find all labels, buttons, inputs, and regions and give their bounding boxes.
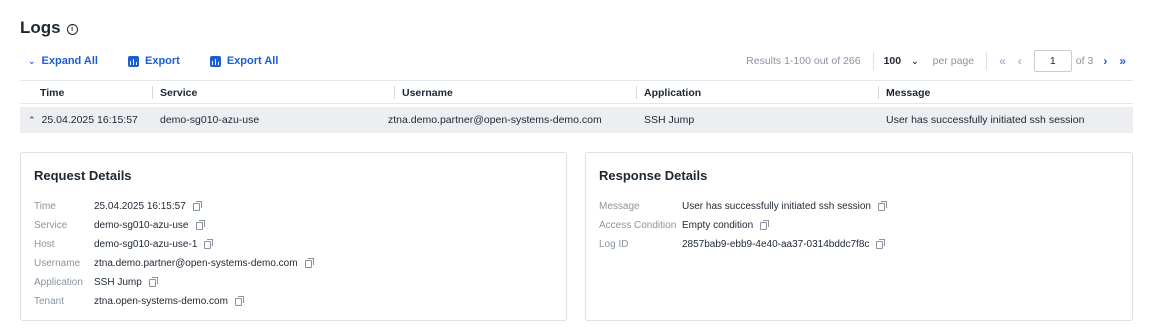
copy-icon[interactable] xyxy=(304,257,314,268)
column-header-message[interactable]: Message xyxy=(877,81,930,104)
column-header-application[interactable]: Application xyxy=(635,81,701,104)
export-all-label: Export All xyxy=(226,55,279,67)
detail-value: 2857bab9-ebb9-4e40-aa37-0314bddc7f8c xyxy=(682,239,870,250)
detail-value: ztna.open-systems-demo.com xyxy=(94,296,228,307)
chevron-down-icon: ⌄ xyxy=(911,55,919,66)
detail-label: Tenant xyxy=(34,296,65,307)
expand-all-button[interactable]: ⌄ Expand All xyxy=(28,55,98,67)
response-details-title: Response Details xyxy=(599,168,708,183)
page-number-input[interactable] xyxy=(1033,50,1072,72)
copy-icon[interactable] xyxy=(148,276,158,287)
column-header-time[interactable]: Time xyxy=(40,81,64,104)
detail-label: Host xyxy=(34,239,55,250)
detail-row-host: Host demo-sg010-azu-use-1 xyxy=(34,238,214,250)
detail-label: Application xyxy=(34,277,83,288)
column-header-service[interactable]: Service xyxy=(151,81,197,104)
cell-time-value: 25.04.2025 16:15:57 xyxy=(41,114,138,126)
pagination: Results 1-100 out of 266 100 ⌄ per page … xyxy=(746,50,1132,72)
page-title: Logs xyxy=(20,18,61,37)
divider xyxy=(872,52,874,70)
copy-icon[interactable] xyxy=(760,219,770,230)
copy-icon[interactable] xyxy=(876,238,886,249)
per-page-label: per page xyxy=(932,55,975,67)
detail-value: demo-sg010-azu-use-1 xyxy=(94,239,198,250)
detail-value: User has successfully initiated ssh sess… xyxy=(682,201,871,212)
cell-time: ⌃ 25.04.2025 16:15:57 xyxy=(28,107,138,133)
response-details-card: Response Details Message User has succes… xyxy=(585,152,1133,321)
logs-table: Time Service Username Application Messag… xyxy=(20,80,1133,133)
detail-label: Log ID xyxy=(599,239,629,250)
export-chart-icon xyxy=(209,55,221,67)
cell-message: User has successfully initiated ssh sess… xyxy=(886,114,1085,126)
chevron-down-icon: ⌄ xyxy=(28,55,36,66)
info-circle-icon[interactable]: i xyxy=(66,23,78,35)
last-page-icon[interactable]: » xyxy=(1119,54,1126,68)
detail-label: Message xyxy=(599,201,640,212)
cell-application: SSH Jump xyxy=(644,114,695,126)
copy-icon[interactable] xyxy=(877,200,887,211)
divider xyxy=(986,52,988,70)
toolbar: ⌄ Expand All Export Export All Results 1… xyxy=(20,50,1132,72)
export-chart-icon xyxy=(127,55,139,67)
copy-icon[interactable] xyxy=(192,200,202,211)
copy-icon[interactable] xyxy=(204,238,214,249)
copy-icon[interactable] xyxy=(195,219,205,230)
results-count: Results 1-100 out of 266 xyxy=(746,55,861,67)
page-count: of 3 xyxy=(1075,55,1094,67)
per-page-value: 100 xyxy=(883,55,902,67)
detail-row-tenant: Tenant ztna.open-systems-demo.com xyxy=(34,295,244,307)
detail-label: Access Condition xyxy=(599,220,677,231)
request-details-card: Request Details Time 25.04.2025 16:15:57… xyxy=(20,152,567,321)
detail-row-time: Time 25.04.2025 16:15:57 xyxy=(34,200,202,212)
detail-label: Service xyxy=(34,220,68,231)
export-button[interactable]: Export xyxy=(127,55,180,67)
export-all-button[interactable]: Export All xyxy=(209,55,279,67)
detail-value: demo-sg010-azu-use xyxy=(94,220,189,231)
detail-row-log-id: Log ID 2857bab9-ebb9-4e40-aa37-0314bddc7… xyxy=(599,238,886,250)
next-page-icon[interactable]: › xyxy=(1103,54,1107,68)
copy-icon[interactable] xyxy=(234,295,244,306)
previous-page-icon[interactable]: ‹ xyxy=(1018,54,1022,68)
detail-row-access-condition: Access Condition Empty condition xyxy=(599,219,770,231)
detail-label: Username xyxy=(34,258,81,269)
cell-username: ztna.demo.partner@open-systems-demo.com xyxy=(388,114,602,126)
chevron-up-icon[interactable]: ⌃ xyxy=(28,115,36,126)
detail-row-application: Application SSH Jump xyxy=(34,276,158,288)
detail-value: Empty condition xyxy=(682,220,754,231)
detail-row-username: Username ztna.demo.partner@open-systems-… xyxy=(34,257,314,269)
detail-label: Time xyxy=(34,201,56,212)
detail-row-service: Service demo-sg010-azu-use xyxy=(34,219,205,231)
table-header: Time Service Username Application Messag… xyxy=(20,80,1133,104)
cell-service: demo-sg010-azu-use xyxy=(160,114,260,126)
table-row[interactable]: ⌃ 25.04.2025 16:15:57 demo-sg010-azu-use… xyxy=(20,107,1133,133)
first-page-icon[interactable]: « xyxy=(999,54,1006,68)
detail-value: 25.04.2025 16:15:57 xyxy=(94,201,186,212)
page-header: Logs i xyxy=(20,18,78,38)
column-header-username[interactable]: Username xyxy=(394,81,453,104)
export-label: Export xyxy=(144,55,180,67)
detail-value: ztna.demo.partner@open-systems-demo.com xyxy=(94,258,298,269)
per-page-select[interactable]: 100 ⌄ xyxy=(884,55,919,67)
request-details-title: Request Details xyxy=(34,168,132,183)
detail-value: SSH Jump xyxy=(94,277,142,288)
expand-all-label: Expand All xyxy=(41,55,98,67)
detail-row-message: Message User has successfully initiated … xyxy=(599,200,887,212)
